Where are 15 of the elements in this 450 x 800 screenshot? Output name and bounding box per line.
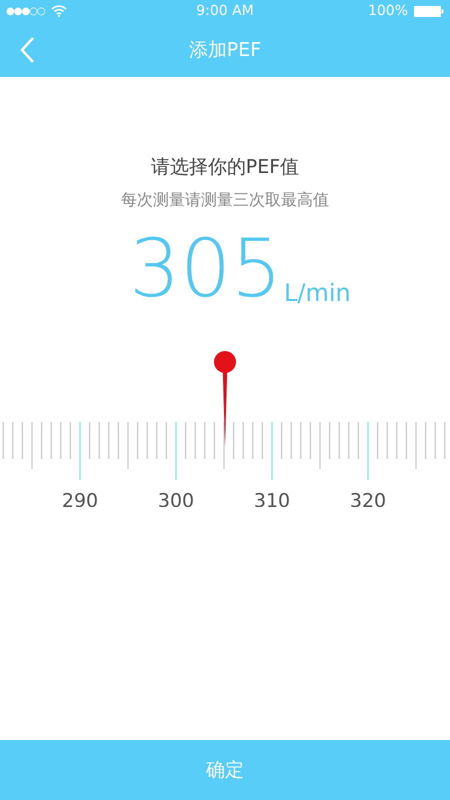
scale-label: 300 bbox=[158, 490, 194, 507]
signal-dots: ●●●○○ bbox=[6, 6, 45, 16]
scale-label: 310 bbox=[254, 490, 290, 507]
battery-percent: 100% bbox=[368, 3, 408, 19]
prompt-subtitle: 每次测量请测量三次取最高值 bbox=[121, 190, 329, 211]
scale-label: 290 bbox=[62, 490, 98, 507]
nav-title: 添加PEF bbox=[188, 38, 262, 62]
reading-value: 305 bbox=[129, 231, 282, 307]
scale-label: 320 bbox=[350, 490, 386, 507]
status-time: 9:00 AM bbox=[196, 3, 254, 19]
wifi-icon bbox=[50, 5, 67, 17]
prompt-title: 请选择你的PEF值 bbox=[150, 155, 300, 180]
confirm-button[interactable]: 确定 bbox=[0, 740, 450, 800]
battery-icon bbox=[414, 6, 444, 16]
reading-unit: L/min bbox=[284, 279, 351, 307]
